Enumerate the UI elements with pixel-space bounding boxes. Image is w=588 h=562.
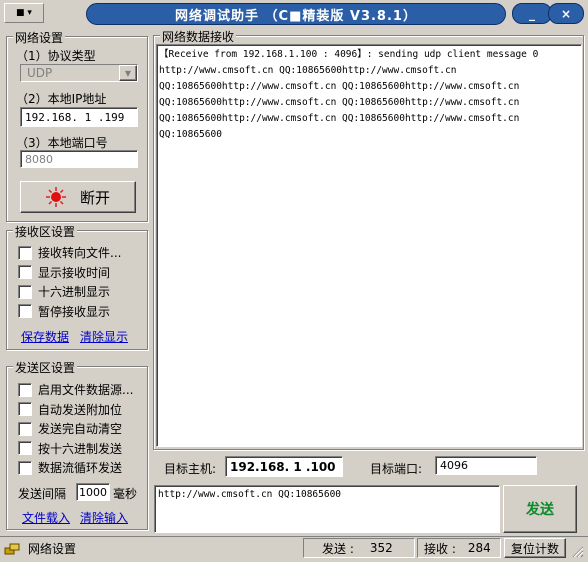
receive-options: 接收转向文件... 显示接收时间 十六进制显示 暂停接收显示 bbox=[18, 243, 121, 321]
resize-grip-icon[interactable] bbox=[572, 546, 584, 558]
checkbox[interactable] bbox=[18, 265, 32, 280]
recv-value: 284 bbox=[467, 541, 491, 555]
target-port-label: 目标端口: bbox=[370, 462, 423, 476]
recv-count: 接收 : 284 bbox=[417, 538, 501, 558]
file-source-option[interactable]: 启用文件数据源... bbox=[18, 380, 133, 400]
status-mode: 网络设置 bbox=[4, 540, 76, 557]
receive-line: QQ:10865600http://www.cmsoft.cn QQ:10865… bbox=[159, 113, 520, 124]
hex-display-option[interactable]: 十六进制显示 bbox=[18, 282, 121, 302]
interval-unit: 毫秒 bbox=[113, 487, 138, 501]
receive-line: QQ:10865600http://www.cmsoft.cn QQ:10865… bbox=[159, 81, 520, 92]
checkbox[interactable] bbox=[18, 441, 32, 456]
clear-input-link[interactable]: 清除输入 bbox=[80, 509, 128, 526]
target-host-field[interactable]: 192.168. 1 .100 bbox=[225, 456, 343, 477]
recv-label: 接收 : bbox=[424, 541, 456, 556]
checkbox[interactable] bbox=[18, 382, 32, 397]
send-interval-field[interactable]: 1000 bbox=[76, 483, 110, 501]
checkbox[interactable] bbox=[18, 304, 32, 319]
receive-line: QQ:10865600http://www.cmsoft.cn QQ:10865… bbox=[159, 97, 520, 108]
send-textarea[interactable]: http://www.cmsoft.cn QQ:10865600 bbox=[154, 485, 500, 533]
send-button[interactable]: 发送 bbox=[503, 485, 577, 533]
load-file-link[interactable]: 文件载入 bbox=[22, 509, 70, 526]
receive-line: http://www.cmsoft.cn QQ:10865600http://w… bbox=[159, 65, 457, 76]
target-host-label: 目标主机: bbox=[164, 462, 217, 476]
protocol-select[interactable]: UDP ▼ bbox=[20, 64, 138, 82]
network-icon bbox=[4, 543, 20, 554]
protocol-label: （1）协议类型 bbox=[16, 49, 96, 63]
status-mode-label: 网络设置 bbox=[28, 542, 77, 556]
close-button[interactable]: × bbox=[548, 3, 584, 24]
local-port-label: （3）本地端口号 bbox=[16, 136, 108, 150]
receive-line: QQ:10865600 bbox=[159, 129, 222, 140]
receive-textarea[interactable]: 【Receive from 192.168.1.100 : 4096】: sen… bbox=[156, 44, 582, 447]
checkbox[interactable] bbox=[18, 402, 32, 417]
disconnect-label: 断开 bbox=[79, 188, 110, 207]
sent-label: 发送 : bbox=[322, 541, 354, 556]
recv-to-file-option[interactable]: 接收转向文件... bbox=[18, 243, 121, 263]
send-options: 启用文件数据源... 自动发送附加位 发送完自动清空 按十六进制发送 数据流循环… bbox=[18, 380, 133, 478]
pause-display-option[interactable]: 暂停接收显示 bbox=[18, 302, 121, 322]
local-ip-label: （2）本地IP地址 bbox=[16, 92, 107, 106]
receive-area-label: 网络数据接收 bbox=[160, 28, 237, 45]
system-menu-button[interactable]: ■ ▾ bbox=[4, 3, 44, 23]
send-interval-label: 发送间隔 bbox=[18, 487, 67, 501]
send-settings-label: 发送区设置 bbox=[13, 359, 78, 376]
chevron-down-icon[interactable]: ▼ bbox=[119, 65, 137, 81]
red-indicator-icon bbox=[45, 187, 66, 207]
save-data-link[interactable]: 保存数据 bbox=[21, 328, 69, 345]
auto-clear-option[interactable]: 发送完自动清空 bbox=[18, 419, 133, 439]
append-bit-option[interactable]: 自动发送附加位 bbox=[18, 400, 133, 420]
checkbox[interactable] bbox=[18, 421, 32, 436]
sent-value: 352 bbox=[369, 541, 393, 555]
title-bar: ■ ▾ 网络调试助手 （C■精装版 V3.8.1） _ × bbox=[0, 0, 588, 27]
network-settings-label: 网络设置 bbox=[13, 29, 66, 46]
show-recv-time-option[interactable]: 显示接收时间 bbox=[18, 263, 121, 283]
statusbar-divider bbox=[0, 536, 588, 537]
window-title: 网络调试助手 （C■精装版 V3.8.1） bbox=[86, 3, 506, 25]
checkbox[interactable] bbox=[18, 245, 32, 260]
disconnect-button[interactable]: 断开 bbox=[20, 181, 136, 213]
clear-display-link[interactable]: 清除显示 bbox=[80, 328, 128, 345]
local-ip-field[interactable]: 192.168. 1 .199 bbox=[20, 107, 138, 127]
minimize-button[interactable]: _ bbox=[512, 3, 552, 24]
loop-send-option[interactable]: 数据流循环发送 bbox=[18, 458, 133, 478]
receive-settings-label: 接收区设置 bbox=[13, 223, 78, 240]
sent-count: 发送 : 352 bbox=[303, 538, 415, 558]
reset-count-button[interactable]: 复位计数 bbox=[504, 538, 566, 558]
checkbox[interactable] bbox=[18, 460, 32, 475]
checkbox[interactable] bbox=[18, 284, 32, 299]
protocol-value: UDP bbox=[27, 66, 53, 80]
hex-send-option[interactable]: 按十六进制发送 bbox=[18, 439, 133, 459]
receive-line: 【Receive from 192.168.1.100 : 4096】: sen… bbox=[159, 49, 539, 60]
target-port-field[interactable]: 4096 bbox=[435, 456, 537, 475]
local-port-field[interactable]: 8080 bbox=[20, 150, 138, 168]
